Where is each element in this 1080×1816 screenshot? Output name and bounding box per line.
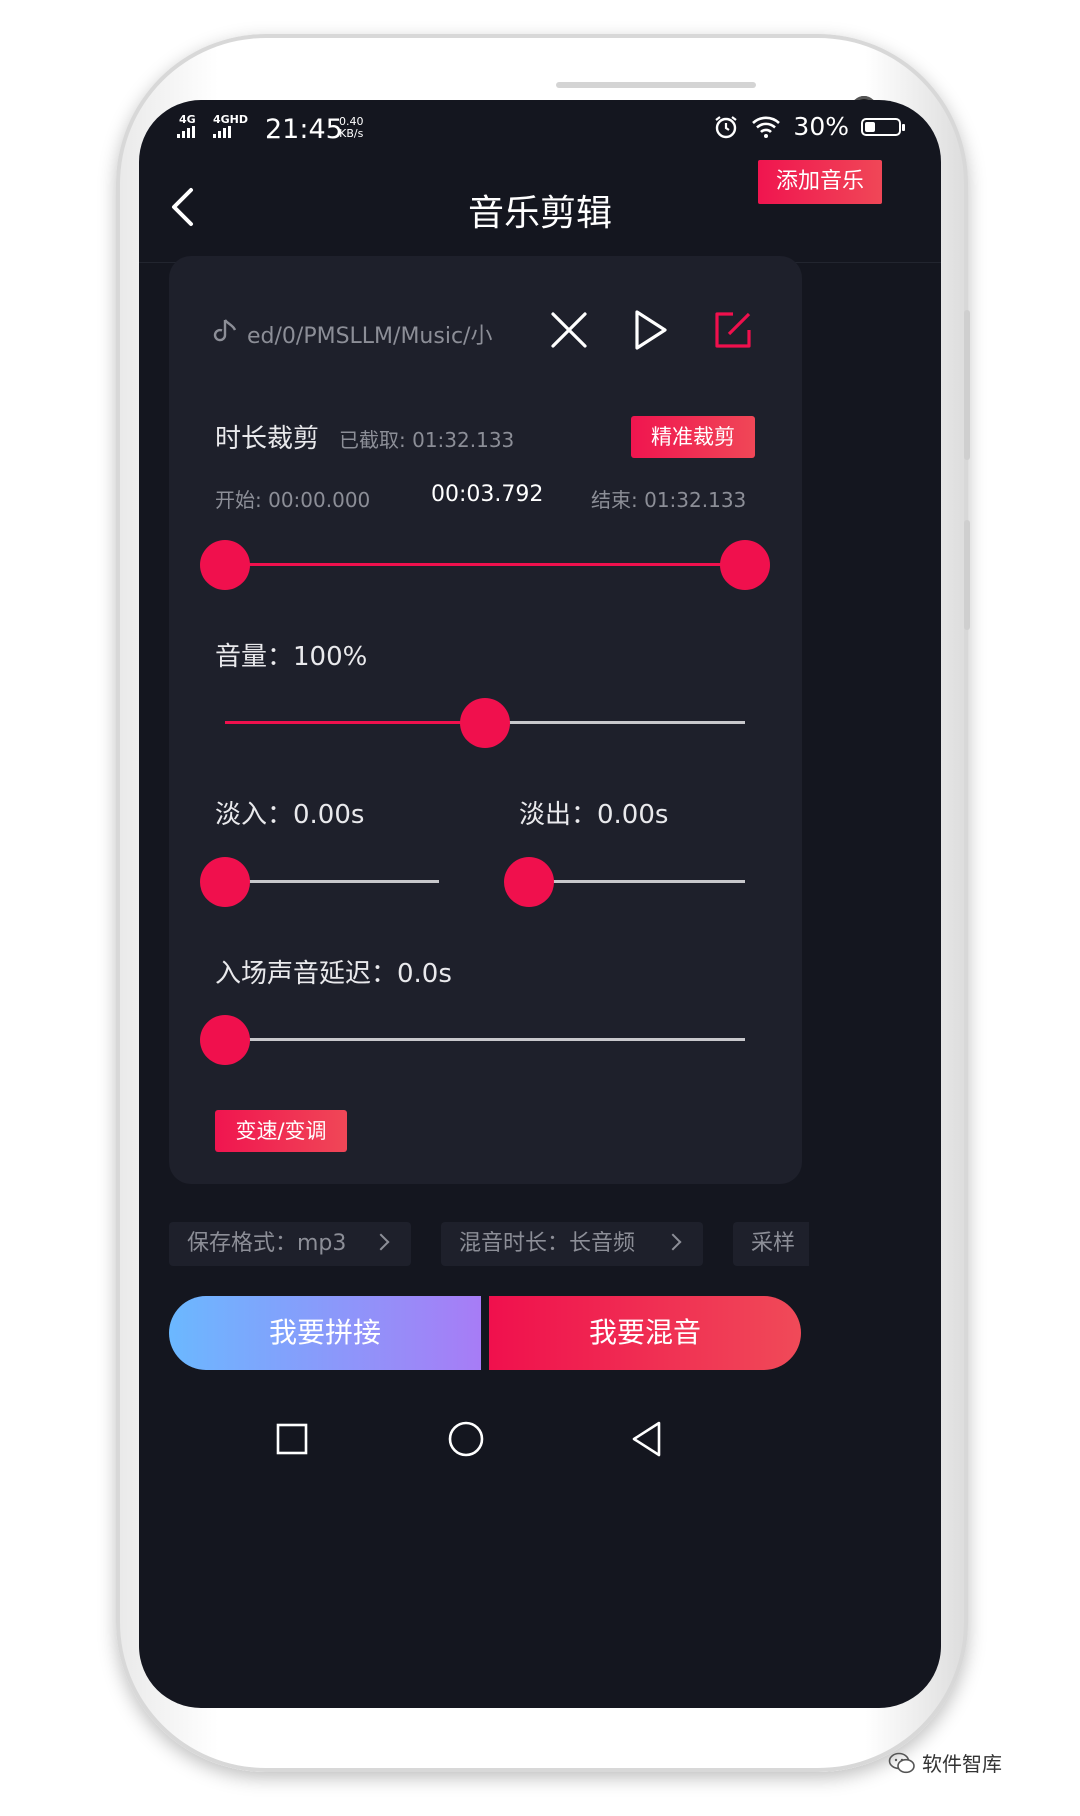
- mix-audio-button[interactable]: 我要混音: [489, 1296, 801, 1370]
- fade-out-slider-handle[interactable]: [504, 857, 554, 907]
- alarm-icon: [715, 115, 738, 138]
- fade-in-slider-handle[interactable]: [200, 857, 250, 907]
- file-path: ed/0/PMSLLM/Music/小: [247, 324, 493, 349]
- volume-fill: [225, 721, 485, 724]
- signal-icon: [213, 126, 231, 138]
- options-row: 保存格式：mp3 混音时长：长音频 采样: [169, 1222, 809, 1268]
- home-icon[interactable]: [447, 1420, 485, 1458]
- battery-percent: 30%: [793, 112, 849, 141]
- side-button: [964, 520, 970, 630]
- watermark-text: 软件智库: [922, 1752, 1002, 1776]
- chevron-right-icon: [664, 1233, 682, 1251]
- battery-icon: [861, 117, 905, 136]
- network-label-2: 4GHD: [213, 113, 249, 126]
- precise-trim-button[interactable]: 精准裁剪: [631, 416, 755, 458]
- add-music-button[interactable]: 添加音乐: [758, 160, 882, 204]
- fade-out-track: [529, 880, 745, 883]
- delay-slider-handle[interactable]: [200, 1015, 250, 1065]
- trim-start-handle[interactable]: [200, 540, 250, 590]
- battery-level: [865, 121, 875, 132]
- recent-apps-icon[interactable]: [275, 1422, 309, 1456]
- trim-end-handle[interactable]: [720, 540, 770, 590]
- clock: 21:45: [265, 114, 343, 145]
- mix-length-text: 混音时长：长音频: [459, 1231, 636, 1256]
- signal-icon: [177, 126, 195, 138]
- status-icons: 30%: [713, 112, 905, 141]
- play-icon[interactable]: [631, 308, 671, 352]
- status-bar: 4G 4GHD 21:45 0.40 KB/s 30%: [139, 100, 941, 162]
- edit-icon[interactable]: [713, 310, 753, 350]
- delay-label: 入场声音延迟：0.0s: [215, 959, 452, 989]
- speed-pitch-button[interactable]: 变速/变调: [215, 1110, 347, 1152]
- trim-start-time: 开始: 00:00.000: [215, 488, 371, 512]
- save-format-chip[interactable]: 保存格式：mp3: [169, 1222, 411, 1266]
- fade-in-label: 淡入：0.00s: [215, 800, 365, 830]
- wifi-icon: [752, 116, 781, 138]
- volume-label: 音量：100%: [215, 642, 368, 672]
- music-note-icon: [213, 319, 237, 342]
- chevron-right-icon: [372, 1233, 390, 1251]
- sample-rate-text: 采样: [751, 1231, 796, 1256]
- current-time: 00:03.792: [431, 482, 544, 507]
- clipped-duration: 已截取: 01:32.133: [339, 428, 515, 452]
- watermark: 软件智库: [888, 1748, 1002, 1777]
- mix-length-chip[interactable]: 混音时长：长音频: [441, 1222, 703, 1266]
- close-icon[interactable]: [549, 310, 589, 350]
- delay-track: [225, 1038, 745, 1041]
- network-speed: 0.40 KB/s: [339, 116, 364, 140]
- trim-title: 时长裁剪: [215, 424, 320, 454]
- edit-card: ed/0/PMSLLM/Music/小 时长裁剪 已截取: 01:32.133 …: [169, 256, 802, 1184]
- save-format-text: 保存格式：mp3: [187, 1231, 347, 1256]
- speed-unit: KB/s: [339, 127, 364, 140]
- wechat-icon: [888, 1752, 915, 1773]
- system-nav-bar: [139, 1400, 941, 1490]
- sample-rate-chip[interactable]: 采样: [733, 1222, 809, 1266]
- app-screen: 4G 4GHD 21:45 0.40 KB/s 30% 音乐剪辑 添加音乐 ed…: [139, 100, 941, 1708]
- side-button: [964, 310, 970, 460]
- trim-end-time: 结束: 01:32.133: [591, 488, 747, 512]
- earpiece: [556, 82, 756, 88]
- volume-slider-handle[interactable]: [460, 698, 510, 748]
- fade-out-label: 淡出：0.00s: [519, 800, 669, 830]
- network-label-1: 4G: [179, 113, 196, 126]
- join-audio-button[interactable]: 我要拼接: [169, 1296, 481, 1370]
- trim-range-track: [225, 563, 745, 566]
- fade-in-track: [225, 880, 439, 883]
- back-triangle-icon[interactable]: [629, 1420, 665, 1458]
